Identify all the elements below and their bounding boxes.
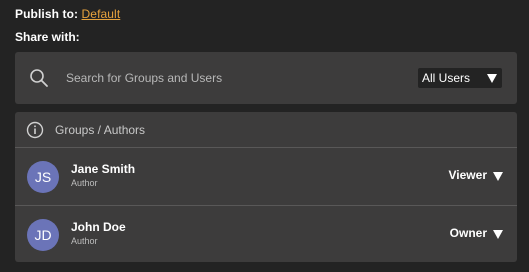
list-item: JD John Doe Author Owner [15, 207, 517, 262]
user-role: Author [71, 236, 98, 246]
list-header-title: Groups / Authors [55, 123, 146, 137]
avatar: JD [27, 219, 59, 251]
publish-to-row: Publish to: Default [15, 7, 120, 21]
publish-to-label: Publish to: [15, 7, 79, 21]
user-scope-select[interactable]: All Users [418, 68, 502, 88]
user-scope-value: All Users [422, 71, 471, 85]
user-role: Author [71, 178, 98, 188]
search-icon [30, 69, 48, 87]
search-input[interactable] [66, 68, 396, 88]
permission-value: Viewer [448, 168, 487, 182]
permission-dropdown[interactable]: Viewer [423, 168, 503, 184]
avatar: JS [27, 161, 59, 193]
permission-value: Owner [449, 226, 487, 240]
user-name: John Doe [71, 220, 126, 234]
info-icon [26, 121, 44, 139]
publish-target-link[interactable]: Default [82, 7, 121, 21]
chevron-down-icon [493, 172, 503, 181]
share-list-panel: Groups / Authors JS Jane Smith Author Vi… [15, 112, 517, 262]
user-name: Jane Smith [71, 162, 136, 176]
chevron-down-icon [493, 230, 503, 239]
search-bar: All Users [15, 52, 517, 104]
share-with-label: Share with: [15, 30, 80, 44]
chevron-down-icon [487, 74, 497, 83]
permission-dropdown[interactable]: Owner [423, 226, 503, 242]
list-header: Groups / Authors [15, 112, 517, 148]
list-item: JS Jane Smith Author Viewer [15, 149, 517, 206]
